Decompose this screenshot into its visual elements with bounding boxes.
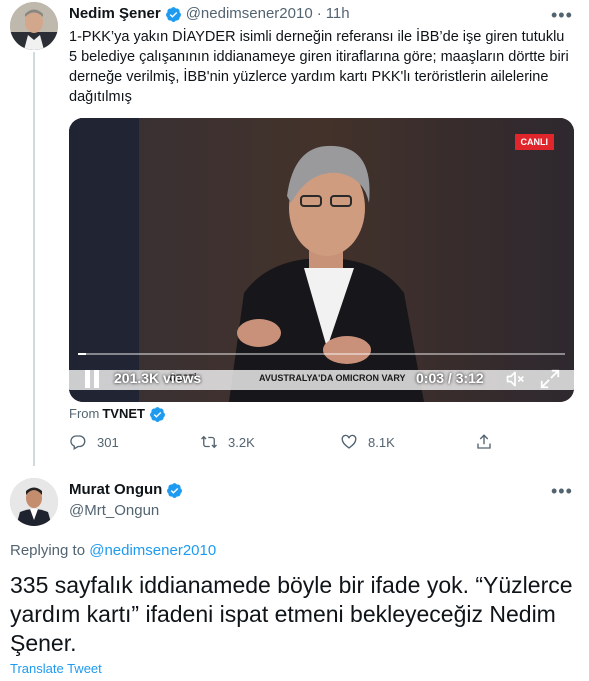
share-button[interactable] bbox=[475, 433, 503, 451]
video-time: 0:03 / 3:12 bbox=[416, 370, 484, 386]
author-name[interactable]: Murat Ongun bbox=[69, 480, 162, 500]
reply-button[interactable]: 301 bbox=[69, 433, 119, 451]
tweet-actions: 301 3.2K 8.1K bbox=[69, 433, 549, 455]
video-source: From TVNET bbox=[69, 405, 170, 423]
author-handle[interactable]: @Mrt_Ongun bbox=[69, 501, 159, 521]
verified-badge-icon bbox=[150, 406, 165, 422]
pause-icon[interactable] bbox=[85, 370, 101, 388]
video-views: 201.3K views bbox=[114, 370, 202, 386]
retweet-button[interactable]: 3.2K bbox=[200, 433, 255, 451]
replying-handle-link[interactable]: @nedimsener2010 bbox=[89, 542, 216, 559]
volume-icon[interactable] bbox=[505, 369, 525, 389]
tweet-murat-ongun[interactable]: Murat Ongun @Mrt_Ongun ••• Replying to @… bbox=[0, 466, 589, 681]
tweet-header: Murat Ongun bbox=[69, 480, 187, 500]
translate-tweet-link[interactable]: Translate Tweet bbox=[10, 661, 102, 676]
reply-count: 301 bbox=[97, 434, 119, 450]
avatar[interactable] bbox=[10, 478, 58, 526]
video-progress-fill bbox=[78, 353, 86, 355]
like-button[interactable]: 8.1K bbox=[340, 433, 395, 451]
author-handle[interactable]: @nedimsener2010 bbox=[186, 4, 313, 24]
avatar[interactable] bbox=[10, 2, 58, 50]
tweet-header: Nedim Şener @nedimsener2010 · 11h bbox=[69, 4, 350, 24]
tweet-text: 1-PKK’ya yakın DİAYDER isimli derneğin r… bbox=[69, 29, 569, 105]
ticker-text: AVUSTRALYA'DA OMICRON VARY bbox=[259, 373, 406, 383]
retweet-icon bbox=[201, 435, 217, 449]
video-player[interactable]: CANLI GEÇTİ AVUSTRALYA'DA OMICRON VARY 2… bbox=[69, 118, 574, 402]
share-icon bbox=[477, 434, 491, 449]
source-prefix: From bbox=[69, 406, 100, 421]
separator-dot: · bbox=[316, 5, 322, 22]
more-icon[interactable]: ••• bbox=[551, 482, 572, 506]
author-name[interactable]: Nedim Şener bbox=[69, 4, 161, 24]
replying-prefix: Replying to bbox=[10, 542, 86, 559]
live-badge: CANLI bbox=[514, 134, 554, 150]
source-name[interactable]: TVNET bbox=[102, 405, 145, 423]
verified-badge-icon bbox=[167, 482, 183, 498]
tweet-nedim-sener[interactable]: Nedim Şener @nedimsener2010 · 11h ••• 1-… bbox=[0, 0, 589, 466]
replying-to: Replying to @nedimsener2010 bbox=[10, 542, 216, 559]
like-icon bbox=[341, 434, 357, 449]
video-frame bbox=[69, 118, 574, 402]
retweet-count: 3.2K bbox=[228, 434, 255, 450]
verified-badge-icon bbox=[165, 6, 181, 22]
tweet-time[interactable]: 11h bbox=[326, 4, 350, 24]
reply-icon bbox=[70, 435, 86, 450]
video-progress-bar[interactable] bbox=[78, 353, 565, 355]
tweet-text: 335 sayfalık iddianamede böyle bir ifade… bbox=[10, 572, 573, 656]
like-count: 8.1K bbox=[368, 434, 395, 450]
fullscreen-icon[interactable] bbox=[539, 368, 561, 390]
